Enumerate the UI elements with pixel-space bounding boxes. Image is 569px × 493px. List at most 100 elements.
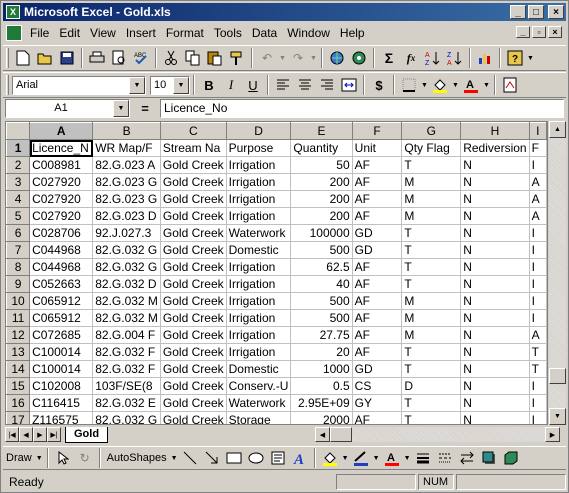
paste-function-icon[interactable]: fx: [400, 47, 422, 69]
scroll-left-button[interactable]: ◀: [315, 427, 330, 442]
cell[interactable]: 27.75: [290, 326, 353, 344]
cell[interactable]: 200: [290, 190, 353, 208]
cell[interactable]: A: [528, 207, 547, 225]
font-color-dropdown[interactable]: ▼: [482, 74, 491, 96]
currency-button[interactable]: $: [368, 74, 390, 96]
cell[interactable]: D: [401, 377, 462, 395]
cell[interactable]: I: [528, 241, 547, 259]
minimize-button[interactable]: _: [510, 5, 526, 19]
excel-icon[interactable]: X: [6, 5, 20, 19]
cell[interactable]: C027920: [29, 190, 94, 208]
menu-edit[interactable]: Edit: [54, 26, 85, 40]
row-header[interactable]: 3: [6, 173, 31, 191]
cell[interactable]: Stream Na: [159, 139, 227, 157]
cell[interactable]: AF: [351, 275, 403, 293]
doc-close-button[interactable]: ×: [548, 26, 562, 38]
cell[interactable]: C100014: [29, 360, 94, 378]
cell[interactable]: C116415: [29, 394, 94, 412]
cell[interactable]: AF: [351, 326, 403, 344]
cell[interactable]: T: [401, 360, 462, 378]
cell[interactable]: T: [401, 411, 462, 424]
cell[interactable]: N: [460, 326, 530, 344]
cell[interactable]: Irrigation: [225, 173, 292, 191]
cell[interactable]: Irrigation: [225, 190, 292, 208]
column-header-c[interactable]: C: [159, 122, 227, 140]
cell[interactable]: 40: [290, 275, 353, 293]
autosum-icon[interactable]: Σ: [378, 47, 400, 69]
cell[interactable]: A: [528, 326, 547, 344]
cell[interactable]: T: [401, 394, 462, 412]
cell[interactable]: GD: [351, 360, 403, 378]
cell[interactable]: 2.95E+09: [290, 394, 353, 412]
cell[interactable]: T: [401, 275, 462, 293]
arrow-icon[interactable]: [201, 447, 223, 469]
save-icon[interactable]: [56, 47, 78, 69]
cell[interactable]: N: [460, 309, 530, 327]
row-header[interactable]: 14: [6, 360, 31, 378]
cell[interactable]: AF: [351, 190, 403, 208]
cell[interactable]: C027920: [29, 207, 94, 225]
menu-insert[interactable]: Insert: [121, 26, 161, 40]
cell[interactable]: M: [401, 309, 462, 327]
cell[interactable]: Gold Creek: [159, 292, 227, 310]
cell[interactable]: 0.5: [290, 377, 353, 395]
row-header[interactable]: 1: [6, 139, 31, 157]
cell[interactable]: Gold Creek: [159, 207, 227, 225]
cell[interactable]: 82.G.032 F: [92, 343, 161, 361]
cell[interactable]: N: [460, 411, 530, 424]
align-left-icon[interactable]: [272, 74, 294, 96]
cell[interactable]: I: [528, 258, 547, 276]
cell[interactable]: Irrigation: [225, 292, 292, 310]
cell[interactable]: I: [528, 394, 547, 412]
cell[interactable]: Gold Creek: [159, 394, 227, 412]
cell[interactable]: Domestic: [225, 241, 292, 259]
menu-data[interactable]: Data: [247, 26, 282, 40]
horizontal-scroll-thumb[interactable]: [330, 427, 352, 442]
sheet-tab-gold[interactable]: Gold: [65, 426, 109, 443]
doc-minimize-button[interactable]: _: [516, 26, 530, 38]
cell[interactable]: Gold Creek: [159, 360, 227, 378]
cell[interactable]: M: [401, 190, 462, 208]
cell[interactable]: T: [401, 224, 462, 242]
vertical-scroll-thumb[interactable]: [549, 368, 566, 384]
fill-color-icon[interactable]: [429, 74, 451, 96]
cell[interactable]: CS: [351, 377, 403, 395]
cell[interactable]: 82.G.004 F: [92, 326, 161, 344]
close-button[interactable]: ×: [548, 5, 564, 19]
font-size-combo[interactable]: 10 ▼: [150, 75, 190, 95]
select-all-corner[interactable]: [6, 122, 31, 140]
cell-table[interactable]: A B C D E F G H I 1 Licence_N WR Map/F Stre…: [6, 122, 547, 424]
toolbar-grip[interactable]: [6, 48, 9, 68]
cell[interactable]: Waterwork: [225, 394, 292, 412]
cell[interactable]: Irrigation: [225, 343, 292, 361]
cell[interactable]: 500: [290, 292, 353, 310]
cell[interactable]: AF: [351, 173, 403, 191]
redo-dropdown[interactable]: ▼: [309, 47, 318, 69]
cell[interactable]: Gold Creek: [159, 258, 227, 276]
cell[interactable]: Irrigation: [225, 275, 292, 293]
column-header-e[interactable]: E: [290, 122, 353, 140]
cell[interactable]: N: [460, 190, 530, 208]
row-header[interactable]: 8: [6, 258, 31, 276]
toolbar-grip-2[interactable]: [6, 75, 9, 95]
cell[interactable]: 82.G.032 M: [92, 292, 161, 310]
cell[interactable]: N: [460, 292, 530, 310]
cell[interactable]: T: [528, 360, 547, 378]
undo-dropdown[interactable]: ▼: [278, 47, 287, 69]
cell[interactable]: Gold Creek: [159, 190, 227, 208]
cell[interactable]: T: [401, 241, 462, 259]
cell[interactable]: Licence_N: [29, 139, 94, 157]
print-icon[interactable]: [86, 47, 108, 69]
scroll-up-button[interactable]: ▲: [549, 121, 566, 138]
cell[interactable]: 62.5: [290, 258, 353, 276]
oval-icon[interactable]: [245, 447, 267, 469]
draw-fill-color-icon[interactable]: [319, 447, 341, 469]
line-style-icon[interactable]: [412, 447, 434, 469]
row-header[interactable]: 13: [6, 343, 31, 361]
cut-icon[interactable]: [160, 47, 182, 69]
line-color-dropdown[interactable]: ▼: [372, 447, 381, 469]
horizontal-scrollbar[interactable]: ◀ ▶: [315, 427, 560, 442]
row-header[interactable]: 2: [6, 156, 31, 174]
doc-restore-button[interactable]: ▫: [532, 26, 546, 38]
draw-fill-dropdown[interactable]: ▼: [341, 447, 350, 469]
